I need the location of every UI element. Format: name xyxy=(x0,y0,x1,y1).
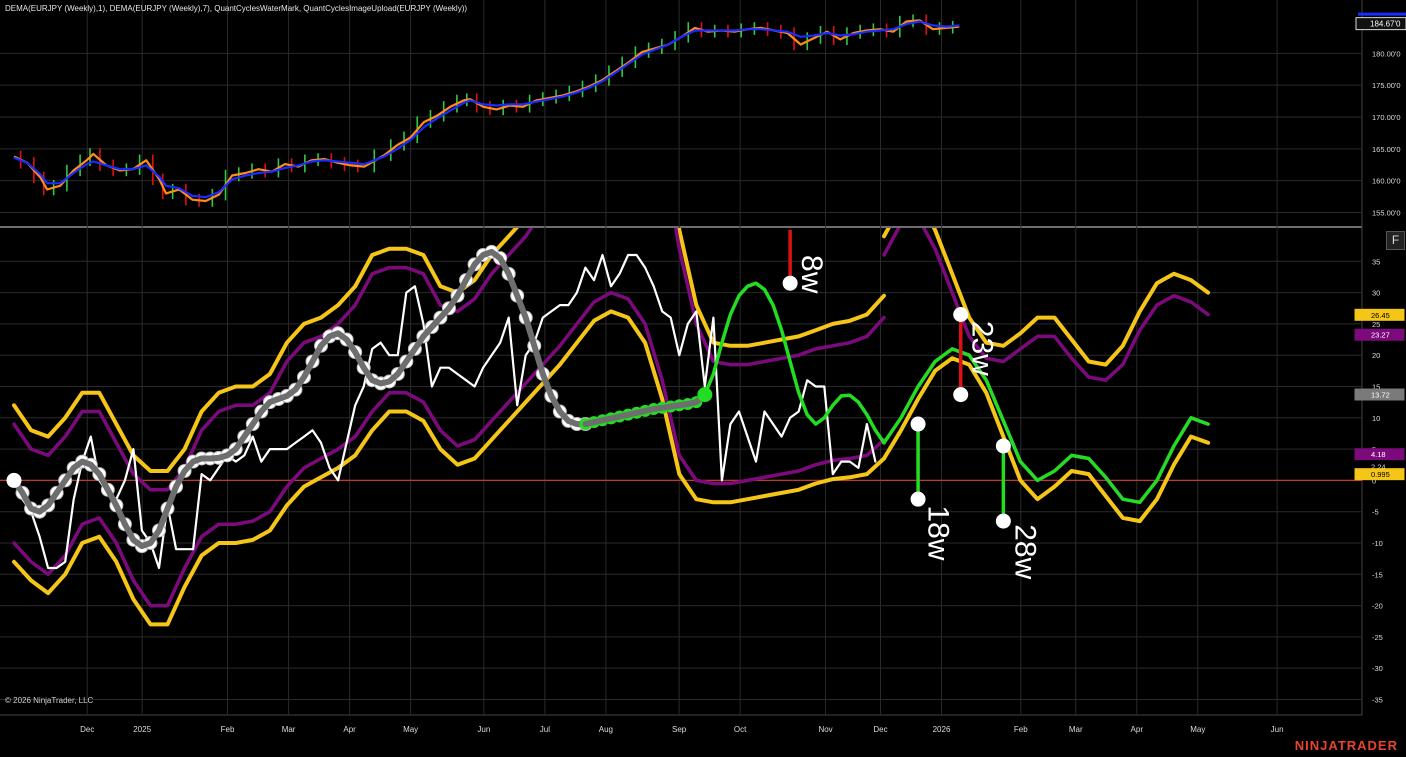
cycle-axis-label: -25 xyxy=(1372,633,1383,642)
time-axis-label: Aug xyxy=(599,725,613,734)
time-axis-label: Jun xyxy=(1271,725,1284,734)
value-tag-label: 26.45 xyxy=(1371,311,1390,320)
time-axis-label: Mar xyxy=(1069,725,1083,734)
cycle-axis-label: 10 xyxy=(1372,414,1380,423)
price-axis-label: 180.00'0 xyxy=(1372,49,1401,58)
cycle-axis-label: 25 xyxy=(1372,320,1380,329)
time-axis-label: Oct xyxy=(734,725,747,734)
time-axis-label: Jun xyxy=(477,725,490,734)
brand-logo: NINJATRADER xyxy=(1294,738,1398,753)
cycle-axis-label: -30 xyxy=(1372,664,1383,673)
chart-canvas: Dec 2025 Feb Mar Apr May Jun Jul Aug Sep Oct Nov Dec… xyxy=(0,0,1406,757)
cycle-axis-label: 30 xyxy=(1372,289,1380,298)
cycle-length-label: 28w xyxy=(1008,524,1041,579)
cycle-axis-label: -10 xyxy=(1372,539,1383,548)
cycle-length-label: 8w xyxy=(795,255,828,294)
time-axis-label: Mar xyxy=(282,725,296,734)
time-axis-label: Dec xyxy=(80,725,94,734)
indicator-title: DEMA(EURJPY (Weekly),1), DEMA(EURJPY (We… xyxy=(5,4,468,13)
cycle-length-label: 18w xyxy=(921,505,954,560)
price-axis-label: 165.00'0 xyxy=(1372,145,1401,154)
value-tag-label: 4.18 xyxy=(1371,450,1386,459)
time-axis-label: 2025 xyxy=(133,725,151,734)
cycle-axis-label: -35 xyxy=(1372,695,1383,704)
value-tag-label: 13.72 xyxy=(1371,391,1390,400)
time-axis-label: Jul xyxy=(540,725,550,734)
cycle-marker xyxy=(910,416,926,432)
time-axis-label: Apr xyxy=(1131,725,1144,734)
cycle-marker xyxy=(6,472,22,488)
cycle-axis-label: -5 xyxy=(1372,508,1379,517)
cycle-axis-label: -20 xyxy=(1372,602,1383,611)
time-axis-label: May xyxy=(1190,725,1205,734)
cycle-marker xyxy=(953,307,969,323)
time-axis-label: Sep xyxy=(672,725,687,734)
last-price-tag-accent xyxy=(1358,12,1406,16)
time-axis-label: 2026 xyxy=(933,725,951,734)
f-button[interactable]: F xyxy=(1386,231,1405,250)
price-axis-label: 175.00'0 xyxy=(1372,81,1401,90)
time-axis-label: May xyxy=(403,725,418,734)
price-axis-label: 170.00'0 xyxy=(1372,113,1401,122)
price-axis-label: 155.00'0 xyxy=(1372,208,1401,217)
cycle-current-marker xyxy=(697,387,713,403)
time-axis-label: Apr xyxy=(343,725,356,734)
price-axis-label: 160.00'0 xyxy=(1372,177,1401,186)
copyright-label: © 2026 NinjaTrader, LLC xyxy=(5,696,94,705)
last-price-label: 184.67'0 xyxy=(1370,20,1401,29)
time-axis-label: Dec xyxy=(873,725,887,734)
cycle-marker xyxy=(995,438,1011,454)
time-axis-label: Feb xyxy=(1014,725,1028,734)
cycle-axis-label: -15 xyxy=(1372,570,1383,579)
cycle-axis-label: 20 xyxy=(1372,351,1380,360)
cycle-length-label: 23w xyxy=(966,321,999,376)
cycle-marker xyxy=(953,387,969,403)
value-tag-label: 0.995 xyxy=(1371,470,1390,479)
time-axis-label: Feb xyxy=(221,725,235,734)
time-axis-label: Nov xyxy=(818,725,832,734)
value-tag-label: 23.27 xyxy=(1371,331,1390,340)
cycle-marker xyxy=(910,491,926,507)
cycle-axis-label: 35 xyxy=(1372,257,1380,266)
